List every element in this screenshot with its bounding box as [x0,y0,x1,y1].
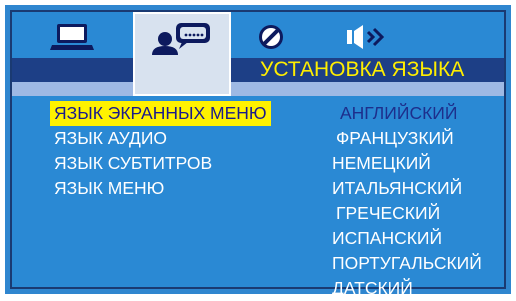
tab-video[interactable] [246,14,296,60]
active-tab-connector [133,58,231,82]
active-tab-connector-lower [133,82,231,96]
settings-panel: ЯЗЫК ЭКРАННЫХ МЕНЮ ЯЗЫК АУДИО ЯЗЫК СУБТИ… [12,96,504,298]
language-option-portuguese[interactable]: ПОРТУГАЛЬСКИЙ [332,251,482,276]
tab-language[interactable] [133,12,231,64]
user-chat-icon [149,21,215,57]
language-option-greek[interactable]: ГРЕЧЕСКИЙ [332,201,482,226]
language-options-list: АНГЛИЙСКИЙ ФРАНЦУЗКИЙ НЕМЕЦКИЙ ИТАЛЬЯНСК… [332,101,482,301]
osd-screen: УСТАНОВКА ЯЗЫКА ЯЗЫК ЭКРАННЫХ МЕНЮ ЯЗЫК … [0,0,516,299]
menu-item-osd-language[interactable]: ЯЗЫК ЭКРАННЫХ МЕНЮ [50,101,271,126]
language-option-italian[interactable]: ИТАЛЬЯНСКИЙ [332,176,482,201]
laptop-icon [49,22,95,52]
divider-bar [12,82,504,96]
language-option-german[interactable]: НЕМЕЦКИЙ [332,151,482,176]
menu-item-menu-language[interactable]: ЯЗЫК МЕНЮ [50,176,271,201]
osd-frame: УСТАНОВКА ЯЗЫКА ЯЗЫК ЭКРАННЫХ МЕНЮ ЯЗЫК … [10,10,506,298]
language-settings-menu: ЯЗЫК ЭКРАННЫХ МЕНЮ ЯЗЫК АУДИО ЯЗЫК СУБТИ… [50,101,271,201]
page-title: УСТАНОВКА ЯЗЫКА [258,58,467,82]
language-option-spanish[interactable]: ИСПАНСКИЙ [332,226,482,251]
language-option-french[interactable]: ФРАНЦУЗКИЙ [332,126,482,151]
tab-bar [12,12,504,64]
tab-audio[interactable] [338,14,398,60]
language-option-danish[interactable]: ДАТСКИЙ [332,276,482,301]
disc-icon [256,22,286,52]
speaker-icon [344,22,392,52]
language-option-english[interactable]: АНГЛИЙСКИЙ [332,101,482,126]
menu-item-audio-language[interactable]: ЯЗЫК АУДИО [50,126,271,151]
menu-item-subtitle-language[interactable]: ЯЗЫК СУБТИТРОВ [50,151,271,176]
tab-general[interactable] [42,14,102,60]
